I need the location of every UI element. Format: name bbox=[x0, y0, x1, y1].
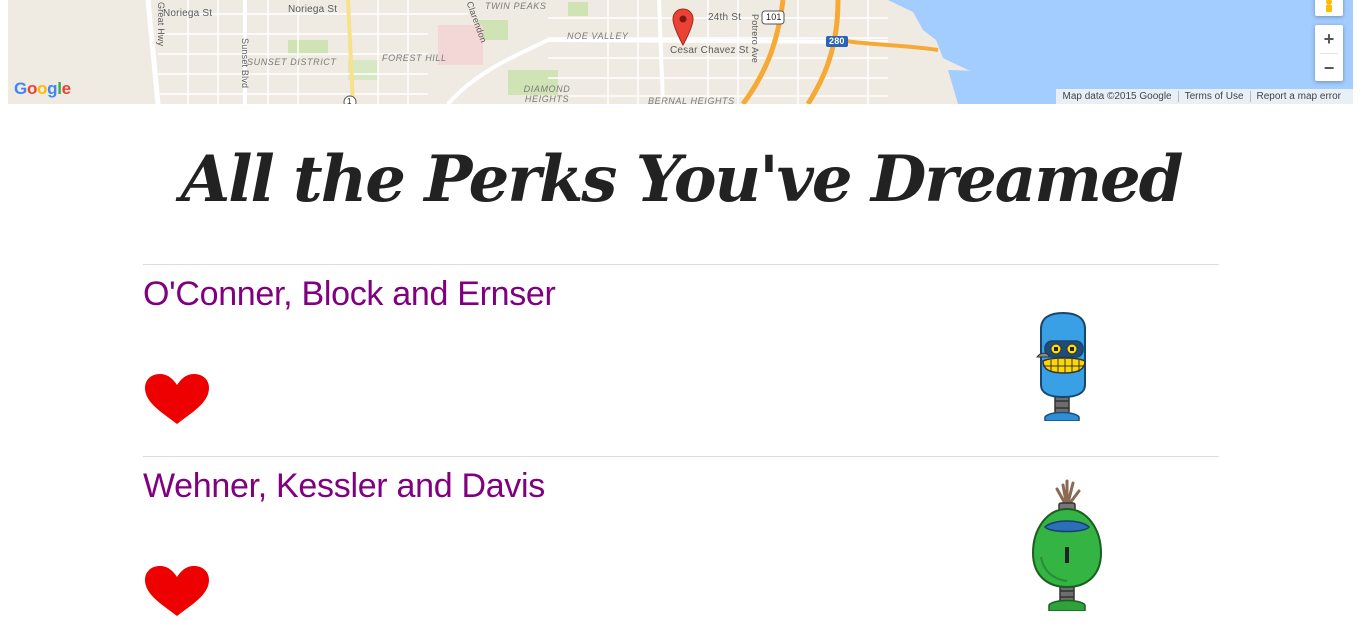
company-name-link[interactable]: O'Conner, Block and Ernser bbox=[143, 275, 556, 314]
street-label-24th: 24th St bbox=[708, 12, 742, 23]
report-map-error-link[interactable]: Report a map error bbox=[1249, 91, 1347, 102]
zoom-out-button[interactable]: − bbox=[1315, 54, 1343, 82]
street-label-noriega-west: Noriega St bbox=[163, 8, 213, 19]
highway-shield-280: 280 bbox=[829, 36, 845, 46]
listing-item: O'Conner, Block and Ernser bbox=[143, 264, 1219, 456]
street-label-great-hwy: Great Hwy bbox=[156, 2, 166, 47]
area-label-sunset-district: Sunset District bbox=[247, 57, 337, 67]
map-attribution: Map data ©2015 Google Terms of Use Repor… bbox=[1056, 89, 1353, 104]
area-label-diamond-heights: Diamond Heights bbox=[523, 84, 571, 104]
zoom-control: + − bbox=[1315, 25, 1343, 81]
map-marker-icon[interactable] bbox=[672, 8, 694, 46]
map-data-credit: Map data ©2015 Google bbox=[1062, 91, 1172, 102]
street-label-cesar-chavez: Cesar Chavez St bbox=[670, 45, 749, 56]
area-label-twin-peaks: Twin Peaks bbox=[485, 1, 547, 11]
heart-icon[interactable] bbox=[143, 565, 211, 617]
terms-of-use-link[interactable]: Terms of Use bbox=[1177, 91, 1250, 102]
green-robot-avatar bbox=[1031, 479, 1103, 611]
area-label-bernal-heights: Bernal Heights bbox=[648, 96, 735, 104]
blue-robot-avatar bbox=[1036, 311, 1086, 421]
street-label-potrero: Potrero Ave bbox=[750, 14, 760, 64]
listing-item: Wehner, Kessler and Davis bbox=[143, 456, 1219, 630]
highway-shield-101: 101 bbox=[766, 12, 782, 22]
page-title: All the Perks You've Dreamed bbox=[180, 142, 1184, 217]
street-label-noriega-east: Noriega St bbox=[288, 4, 338, 15]
company-name-link[interactable]: Wehner, Kessler and Davis bbox=[143, 467, 545, 506]
google-logo[interactable]: Google bbox=[14, 79, 71, 99]
pegman-icon bbox=[1326, 0, 1332, 12]
zoom-in-button[interactable]: + bbox=[1315, 25, 1343, 53]
area-label-forest-hill: Forest Hill bbox=[382, 53, 447, 63]
area-label-noe-valley: Noe Valley bbox=[567, 31, 629, 41]
street-view-pegman[interactable] bbox=[1315, 0, 1343, 16]
heart-icon[interactable] bbox=[143, 373, 211, 425]
highway-shield-1: 1 bbox=[347, 97, 352, 104]
map[interactable]: 101 280 1 Noriega St Noriega St Great Hw… bbox=[8, 0, 1353, 104]
